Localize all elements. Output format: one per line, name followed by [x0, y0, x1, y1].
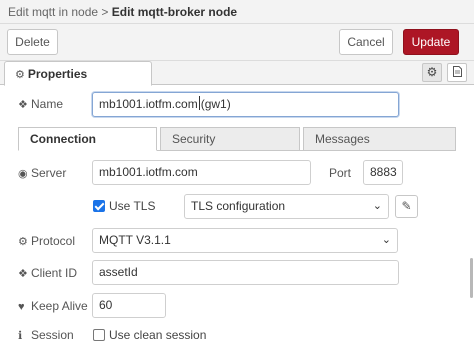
clean-session-label: Use clean session [109, 328, 207, 342]
breadcrumb-current: Edit mqtt-broker node [111, 5, 238, 19]
use-tls-checkbox[interactable] [93, 200, 105, 212]
use-tls-label: Use TLS [109, 199, 156, 213]
port-input[interactable]: 8883 [363, 160, 403, 185]
gear-icon: ⚙ [426, 65, 438, 79]
chevron-down-icon: ⌄ [381, 234, 391, 246]
scrollbar[interactable] [470, 258, 473, 298]
server-input[interactable]: mb1001.iotfm.com [92, 160, 311, 185]
action-bar: Delete Cancel Update [0, 24, 474, 61]
tab-divider [157, 150, 456, 151]
globe-icon: ◉ [18, 168, 28, 180]
settings-tool-button[interactable]: ⚙ [422, 63, 442, 82]
tag-icon: ❖ [18, 268, 28, 280]
chevron-down-icon: ⌄ [372, 200, 382, 212]
session-label: ℹ Session [18, 328, 74, 342]
keep-alive-input[interactable]: 60 [92, 293, 166, 318]
gear-icon: ⚙ [15, 69, 25, 81]
breadcrumb-separator: > [101, 5, 109, 19]
heartbeat-icon: ♥ [18, 301, 25, 313]
client-id-input[interactable]: assetId [92, 260, 399, 285]
protocol-select[interactable]: MQTT V3.1.1 ⌄ [92, 228, 398, 253]
pencil-icon: ✎ [401, 199, 412, 213]
tab-properties-label: Properties [27, 67, 88, 81]
tag-icon: ❖ [18, 99, 28, 111]
gear-icon: ⚙ [18, 236, 28, 248]
info-icon: ℹ [18, 330, 23, 342]
name-input[interactable]: mb1001.iotfm.com (gw1) [92, 92, 399, 117]
port-label: Port [329, 166, 352, 180]
document-icon [452, 66, 462, 77]
cancel-button[interactable]: Cancel [339, 29, 393, 55]
update-button[interactable]: Update [403, 29, 459, 55]
text-caret [198, 96, 200, 110]
tray-header: Edit mqtt in node > Edit mqtt-broker nod… [0, 0, 474, 24]
edit-tls-button[interactable]: ✎ [395, 195, 418, 218]
tab-messages[interactable]: Messages [303, 127, 456, 151]
name-label: ❖ Name [18, 97, 64, 111]
breadcrumb-parent[interactable]: Edit mqtt in node [8, 5, 98, 19]
tab-security[interactable]: Security [160, 127, 300, 151]
description-tool-button[interactable] [447, 63, 467, 82]
delete-button[interactable]: Delete [7, 29, 58, 55]
tab-connection[interactable]: Connection [18, 127, 157, 151]
clean-session-checkbox[interactable] [93, 329, 105, 341]
client-id-label: ❖ Client ID [18, 266, 78, 280]
tab-properties[interactable]: ⚙ Properties [4, 61, 152, 86]
tls-config-select[interactable]: TLS configuration ⌄ [184, 194, 389, 219]
keep-alive-label: ♥ Keep Alive [18, 299, 88, 313]
server-label: ◉ Server [18, 166, 67, 180]
protocol-label: ⚙ Protocol [18, 234, 76, 248]
tab-strip: ⚙ Properties ⚙ [0, 61, 474, 86]
